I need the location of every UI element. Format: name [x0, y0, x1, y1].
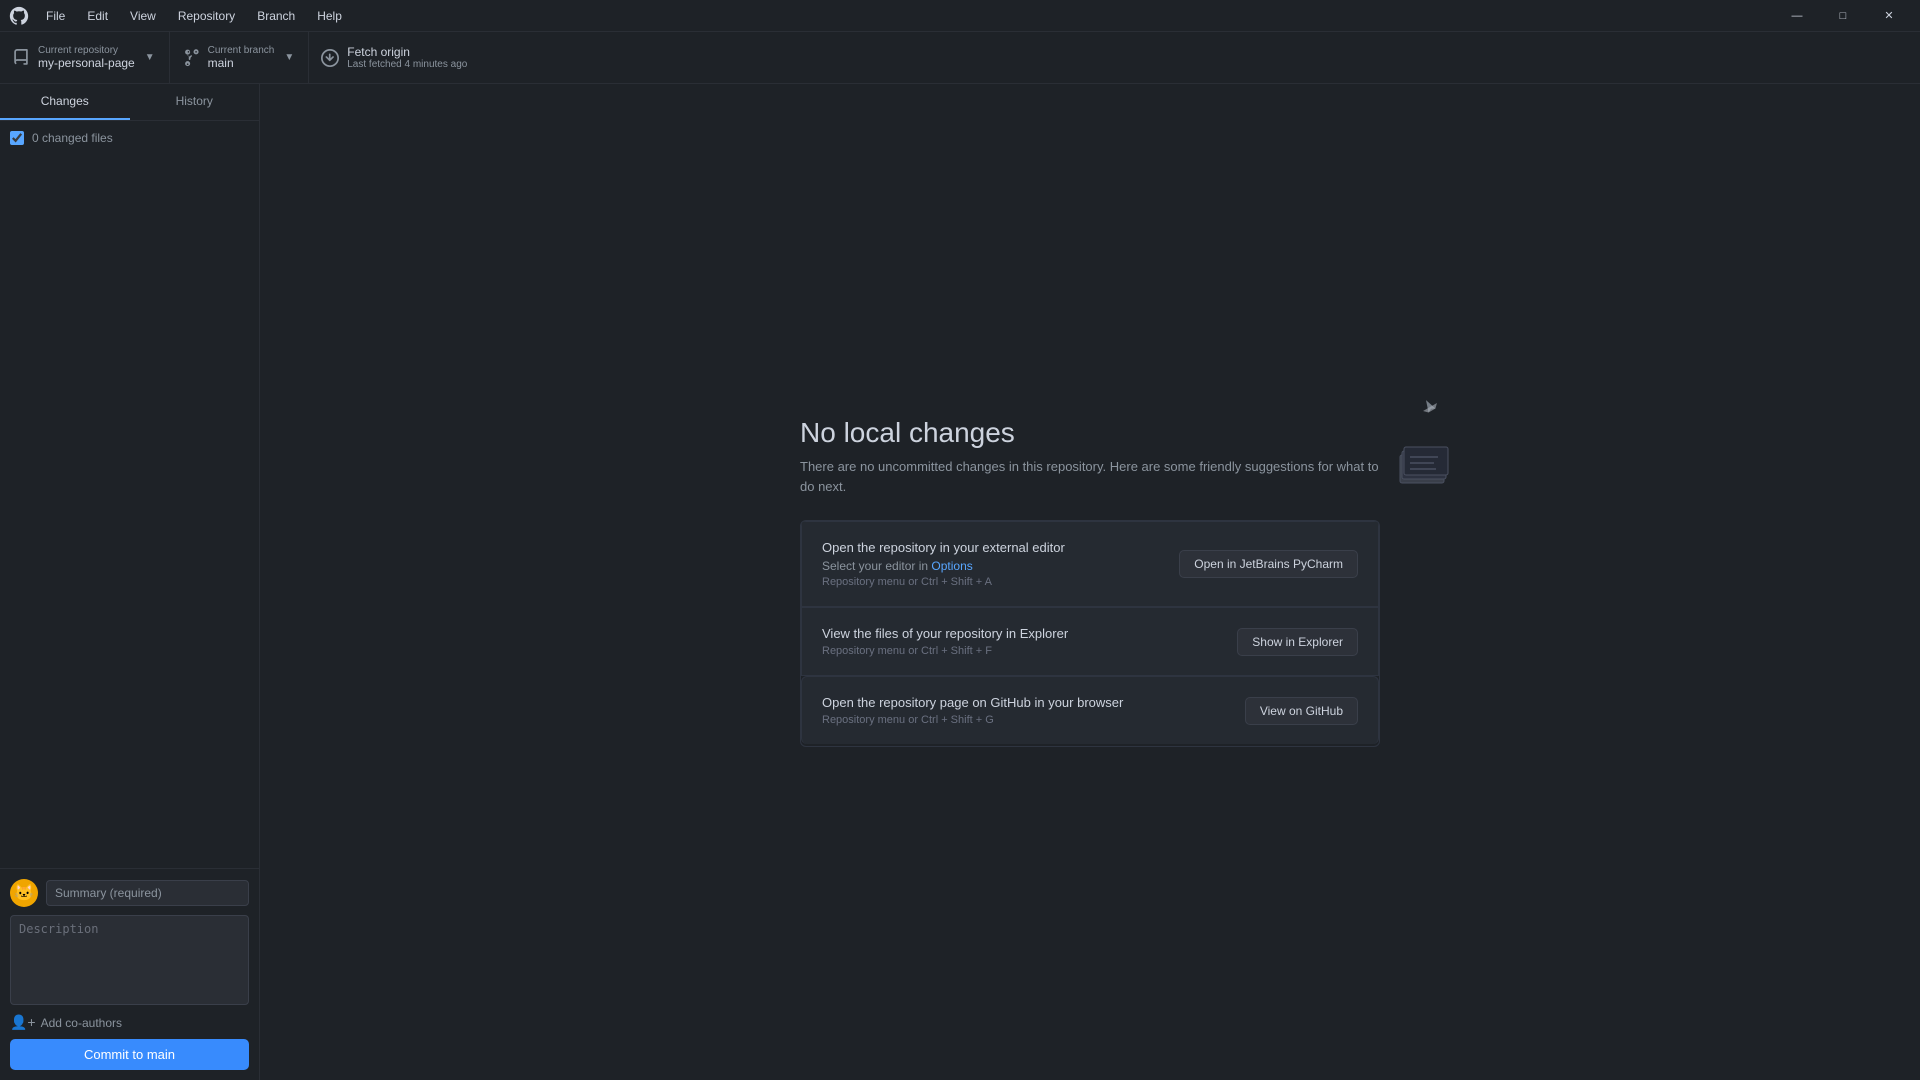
- action-cards: Open the repository in your external edi…: [800, 520, 1380, 747]
- titlebar-left: File Edit View Repository Branch Help: [8, 5, 352, 27]
- maximize-button[interactable]: □: [1820, 0, 1866, 32]
- options-link[interactable]: Options: [931, 559, 972, 573]
- no-changes-illustration: [1380, 397, 1470, 487]
- illustration: [1380, 397, 1460, 477]
- fetch-icon: [321, 49, 339, 67]
- open-editor-shortcut: Repository menu or Ctrl + Shift + A: [822, 576, 1065, 588]
- close-button[interactable]: ✕: [1866, 0, 1912, 32]
- description-input[interactable]: [10, 915, 249, 1005]
- repo-label-sub: Current repository: [38, 45, 135, 56]
- no-changes-header: No local changes There are no uncommitte…: [800, 417, 1380, 496]
- show-explorer-card: View the files of your repository in Exp…: [801, 607, 1379, 676]
- show-explorer-info: View the files of your repository in Exp…: [822, 626, 1068, 657]
- branch-name: main: [208, 56, 275, 70]
- open-editor-title: Open the repository in your external edi…: [822, 540, 1065, 555]
- open-editor-desc: Select your editor in Options: [822, 559, 1065, 573]
- current-repo-section[interactable]: Current repository my-personal-page ▼: [12, 32, 170, 83]
- fetch-title: Fetch origin: [347, 45, 467, 59]
- open-in-jetbrains-button[interactable]: Open in JetBrains PyCharm: [1179, 550, 1358, 578]
- menu-bar: File Edit View Repository Branch Help: [36, 6, 352, 26]
- view-github-info: Open the repository page on GitHub in yo…: [822, 695, 1123, 726]
- view-github-shortcut: Repository menu or Ctrl + Shift + G: [822, 714, 1123, 726]
- minimize-button[interactable]: —: [1774, 0, 1820, 32]
- window-controls: — □ ✕: [1774, 0, 1912, 32]
- toolbar: Current repository my-personal-page ▼ Cu…: [0, 32, 1920, 84]
- view-github-title: Open the repository page on GitHub in yo…: [822, 695, 1123, 710]
- repo-dropdown-icon: ▼: [143, 50, 157, 65]
- file-list: 0 changed files: [0, 121, 259, 868]
- main-content: No local changes There are no uncommitte…: [260, 84, 1920, 1080]
- fetch-section[interactable]: Fetch origin Last fetched 4 minutes ago: [309, 32, 479, 83]
- commit-area: 🐱 👤+ Add co-authors Commit to main: [0, 868, 259, 1080]
- no-changes-title: No local changes: [800, 417, 1380, 449]
- repo-icon: [12, 49, 30, 67]
- current-branch-section[interactable]: Current branch main ▼: [170, 32, 310, 83]
- sidebar: Changes History 0 changed files 🐱 👤+ Add…: [0, 84, 260, 1080]
- file-count-item: 0 changed files: [0, 127, 259, 149]
- branch-icon: [182, 49, 200, 67]
- branch-dropdown-icon: ▼: [282, 50, 296, 65]
- co-authors-row[interactable]: 👤+ Add co-authors: [10, 1008, 249, 1031]
- select-all-checkbox[interactable]: [10, 131, 24, 145]
- branch-label-sub: Current branch: [208, 45, 275, 56]
- menu-file[interactable]: File: [36, 6, 75, 26]
- open-editor-card: Open the repository in your external edi…: [801, 521, 1379, 607]
- file-count-label: 0 changed files: [32, 131, 113, 145]
- menu-edit[interactable]: Edit: [77, 6, 118, 26]
- avatar: 🐱: [10, 879, 38, 907]
- show-in-explorer-button[interactable]: Show in Explorer: [1237, 628, 1358, 656]
- fetch-label: Fetch origin Last fetched 4 minutes ago: [347, 45, 467, 70]
- github-logo-icon: [8, 5, 30, 27]
- open-editor-info: Open the repository in your external edi…: [822, 540, 1065, 588]
- co-authors-label: Add co-authors: [41, 1016, 122, 1030]
- no-changes-text-block: No local changes There are no uncommitte…: [800, 417, 1380, 496]
- no-changes-card: No local changes There are no uncommitte…: [800, 417, 1380, 747]
- menu-view[interactable]: View: [120, 6, 166, 26]
- commit-button[interactable]: Commit to main: [10, 1039, 249, 1070]
- show-explorer-title: View the files of your repository in Exp…: [822, 626, 1068, 641]
- fetch-subtitle: Last fetched 4 minutes ago: [347, 59, 467, 70]
- menu-branch[interactable]: Branch: [247, 6, 305, 26]
- main-layout: Changes History 0 changed files 🐱 👤+ Add…: [0, 84, 1920, 1080]
- show-explorer-shortcut: Repository menu or Ctrl + Shift + F: [822, 645, 1068, 657]
- commit-summary-row: 🐱: [10, 879, 249, 907]
- tab-history[interactable]: History: [130, 84, 260, 120]
- sidebar-tabs: Changes History: [0, 84, 259, 121]
- view-on-github-button[interactable]: View on GitHub: [1245, 697, 1358, 725]
- view-github-card: Open the repository page on GitHub in yo…: [801, 676, 1379, 744]
- menu-repository[interactable]: Repository: [168, 6, 245, 26]
- summary-input[interactable]: [46, 880, 249, 906]
- no-changes-subtitle: There are no uncommitted changes in this…: [800, 457, 1380, 496]
- repo-label: Current repository my-personal-page: [38, 45, 135, 70]
- titlebar: File Edit View Repository Branch Help — …: [0, 0, 1920, 32]
- tab-changes[interactable]: Changes: [0, 84, 130, 120]
- menu-help[interactable]: Help: [307, 6, 352, 26]
- repo-name: my-personal-page: [38, 56, 135, 70]
- branch-label: Current branch main: [208, 45, 275, 70]
